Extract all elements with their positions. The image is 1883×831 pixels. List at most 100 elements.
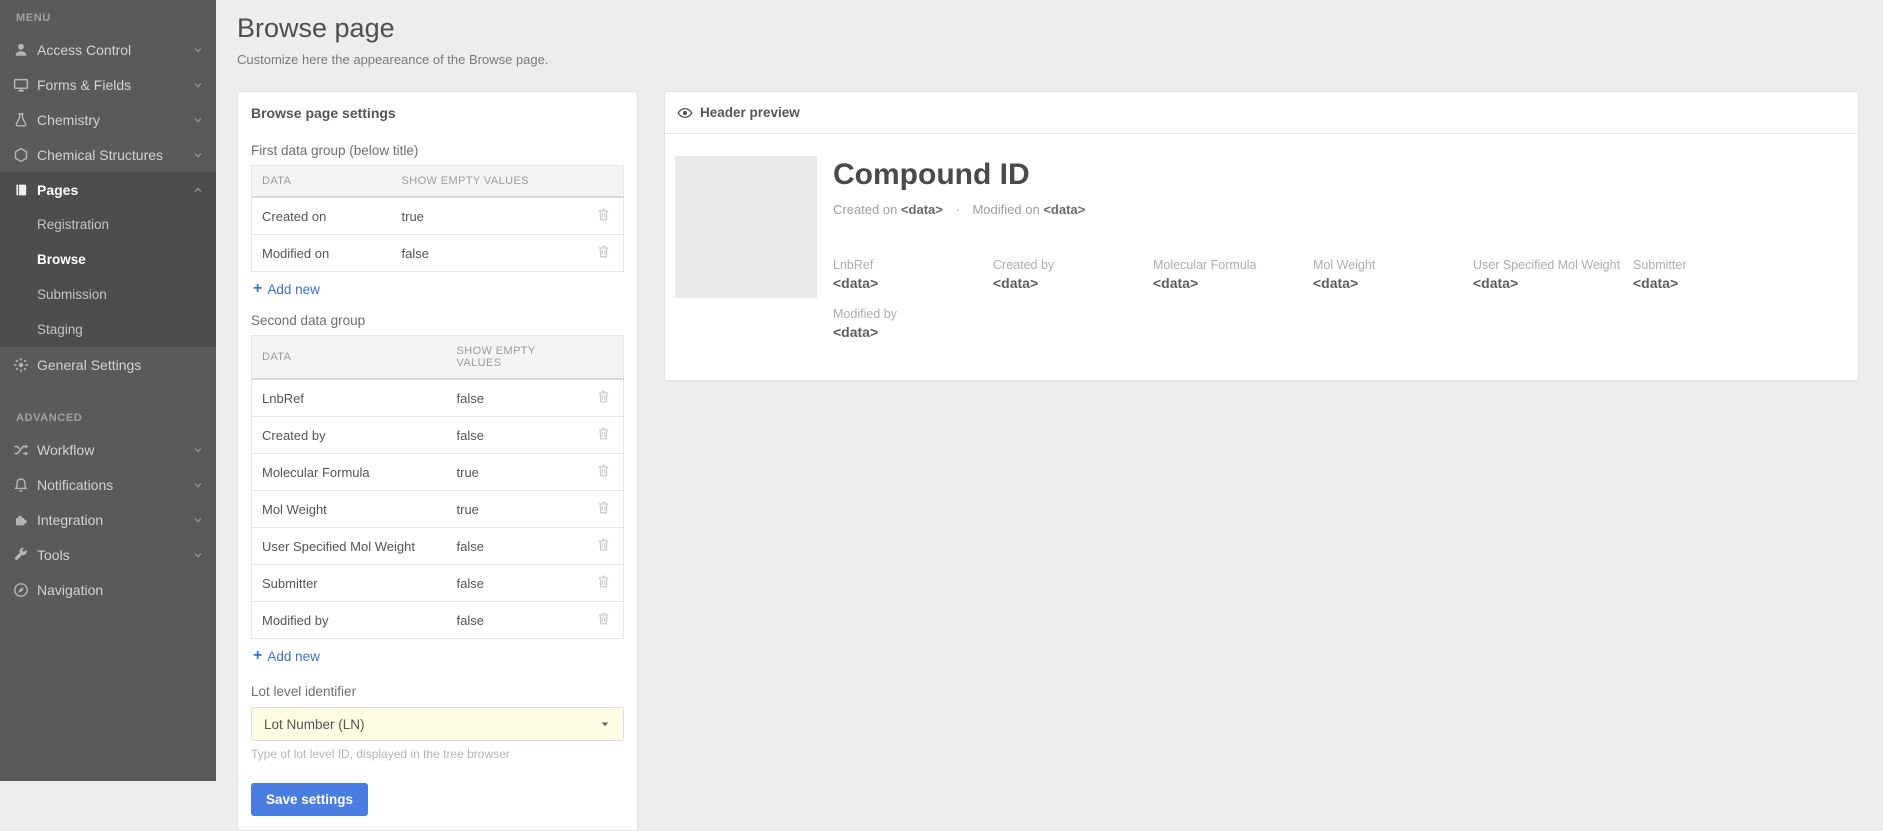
sidebar-item-notifications[interactable]: Notifications (0, 467, 216, 502)
data-cell: Created on (252, 197, 392, 235)
table-header-row: DATA SHOW EMPTY VALUES (252, 166, 624, 198)
sidebar-item-navigation[interactable]: Navigation (0, 572, 216, 607)
table-row: Modified by false (252, 602, 624, 639)
data-cell: LnbRef (252, 379, 447, 417)
field-value: <data> (1473, 275, 1623, 291)
app-window: MENU Access Control Forms & Fields Chem (0, 0, 1883, 781)
preview-card-header: Header preview (665, 92, 1858, 134)
show-empty-cell: true (392, 197, 580, 235)
sidebar-item-label: Workflow (37, 442, 192, 458)
delete-row-button[interactable] (596, 611, 611, 626)
field-value: <data> (993, 275, 1143, 291)
plus-icon: + (253, 281, 262, 297)
column-header-show-empty: SHOW EMPTY VALUES (392, 166, 580, 198)
table-row: Mol Weight true (252, 491, 624, 528)
delete-row-button[interactable] (596, 537, 611, 552)
field-label: User Specified Mol Weight (1473, 258, 1623, 272)
preview-field-created-by: Created by <data> (993, 258, 1143, 291)
delete-row-button[interactable] (596, 574, 611, 589)
trash-icon (596, 466, 611, 481)
field-value: <data> (833, 324, 983, 340)
show-empty-cell: false (447, 528, 580, 565)
preview-body: Compound ID Created on <data> · Modified… (665, 134, 1858, 380)
table-row: Created by false (252, 417, 624, 454)
sidebar-subitem-staging[interactable]: Staging (0, 312, 216, 347)
add-new-first-group-link[interactable]: + Add new (253, 281, 320, 297)
created-on-value: <data> (901, 202, 943, 217)
browse-page-settings-card: Browse page settings First data group (b… (237, 91, 638, 831)
field-value: <data> (1633, 275, 1783, 291)
created-modified-meta: Created on <data> · Modified on <data> (833, 202, 1844, 217)
save-settings-button[interactable]: Save settings (251, 783, 368, 816)
structure-image-placeholder (675, 156, 817, 298)
menu-section-label: MENU (0, 6, 216, 32)
data-cell: Submitter (252, 565, 447, 602)
data-cell: Molecular Formula (252, 454, 447, 491)
delete-row-button[interactable] (596, 207, 611, 222)
preview-card-title: Header preview (700, 105, 800, 120)
chevron-down-icon (192, 549, 204, 561)
preview-fields: LnbRef <data> Created by <data> Molecula… (833, 258, 1844, 340)
field-label: LnbRef (833, 258, 983, 272)
sidebar-item-forms-fields[interactable]: Forms & Fields (0, 67, 216, 102)
page-title: Browse page (237, 13, 1859, 44)
modified-on-value: <data> (1043, 202, 1085, 217)
add-new-second-group-link[interactable]: + Add new (253, 648, 320, 664)
add-new-label: Add new (267, 282, 320, 297)
chevron-down-icon (192, 114, 204, 126)
sidebar-item-access-control[interactable]: Access Control (0, 32, 216, 67)
settings-card-title: Browse page settings (251, 105, 624, 121)
data-cell: Modified by (252, 602, 447, 639)
sidebar-item-chemical-structures[interactable]: Chemical Structures (0, 137, 216, 172)
sidebar-item-chemistry[interactable]: Chemistry (0, 102, 216, 137)
field-value: <data> (1153, 275, 1303, 291)
sidebar-item-tools[interactable]: Tools (0, 537, 216, 572)
sidebar-item-label: Pages (37, 182, 192, 198)
sidebar-item-label: Access Control (37, 42, 192, 58)
trash-icon (596, 503, 611, 518)
sidebar-item-label: Forms & Fields (37, 77, 192, 93)
column-header-actions (580, 336, 624, 380)
delete-row-button[interactable] (596, 244, 611, 259)
data-cell: User Specified Mol Weight (252, 528, 447, 565)
trash-icon (596, 577, 611, 592)
table-row: User Specified Mol Weight false (252, 528, 624, 565)
sidebar-subitem-registration[interactable]: Registration (0, 207, 216, 242)
column-header-show-empty: SHOW EMPTY VALUES (447, 336, 580, 380)
show-empty-cell: false (447, 417, 580, 454)
meta-separator: · (956, 202, 960, 217)
delete-row-button[interactable] (596, 389, 611, 404)
sidebar-subitem-submission[interactable]: Submission (0, 277, 216, 312)
trash-icon (596, 210, 611, 225)
data-cell: Modified on (252, 235, 392, 272)
sidebar-item-workflow[interactable]: Workflow (0, 432, 216, 467)
modified-on-label: Modified on (972, 202, 1039, 217)
data-cell: Created by (252, 417, 447, 454)
sidebar-subitem-browse[interactable]: Browse (0, 242, 216, 277)
chevron-down-icon (192, 514, 204, 526)
sidebar-item-general-settings[interactable]: General Settings (0, 347, 216, 382)
trash-icon (596, 614, 611, 629)
show-empty-cell: false (392, 235, 580, 272)
chevron-up-icon (192, 184, 204, 196)
puzzle-icon (13, 512, 29, 528)
lot-level-identifier-select[interactable]: Lot Number (LN) (251, 707, 624, 741)
add-new-label: Add new (267, 649, 320, 664)
sidebar-item-pages[interactable]: Pages (0, 172, 216, 207)
field-value: <data> (1313, 275, 1463, 291)
sidebar: MENU Access Control Forms & Fields Chem (0, 0, 216, 781)
header-preview-card: Header preview Compound ID Created on <d… (664, 91, 1859, 381)
lot-level-help-text: Type of lot level ID, displayed in the t… (251, 747, 624, 761)
show-empty-cell: false (447, 602, 580, 639)
delete-row-button[interactable] (596, 426, 611, 441)
lot-level-identifier-label: Lot level identifier (251, 684, 624, 699)
sidebar-item-integration[interactable]: Integration (0, 502, 216, 537)
table-row: Molecular Formula true (252, 454, 624, 491)
preview-field-modified-by: Modified by <data> (833, 307, 983, 340)
show-empty-cell: false (447, 379, 580, 417)
delete-row-button[interactable] (596, 500, 611, 515)
table-row: Modified on false (252, 235, 624, 272)
hexagon-icon (13, 147, 29, 163)
delete-row-button[interactable] (596, 463, 611, 478)
caret-down-icon (599, 718, 611, 730)
